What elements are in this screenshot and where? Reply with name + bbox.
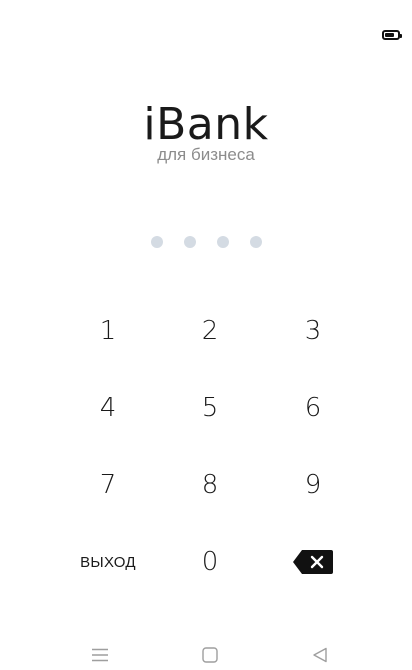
pin-indicator xyxy=(0,236,412,248)
key-9[interactable]: 9 xyxy=(268,455,358,515)
backspace-button[interactable] xyxy=(268,532,358,592)
key-3[interactable]: 3 xyxy=(268,301,358,361)
keypad-row: ВЫХОД 0 xyxy=(0,532,412,609)
system-nav-bar xyxy=(0,640,412,670)
battery-icon xyxy=(382,30,402,40)
pin-dot xyxy=(150,236,163,248)
menu-icon[interactable] xyxy=(88,643,112,667)
key-7[interactable]: 7 xyxy=(63,455,153,515)
back-icon[interactable] xyxy=(308,643,332,667)
key-1[interactable]: 1 xyxy=(63,301,153,361)
pin-dot xyxy=(249,236,262,248)
key-4[interactable]: 4 xyxy=(63,378,153,438)
exit-button[interactable]: ВЫХОД xyxy=(63,532,153,592)
keypad-row: 1 2 3 xyxy=(0,301,412,378)
numeric-keypad: 1 2 3 4 5 6 7 8 9 ВЫХОД 0 xyxy=(0,301,412,609)
keypad-row: 7 8 9 xyxy=(0,455,412,532)
pin-dot xyxy=(216,236,229,248)
app-subtitle: для бизнеса xyxy=(157,145,255,164)
key-2[interactable]: 2 xyxy=(165,301,255,361)
pin-dot xyxy=(183,236,196,248)
keypad-row: 4 5 6 xyxy=(0,378,412,455)
key-0[interactable]: 0 xyxy=(165,532,255,592)
key-8[interactable]: 8 xyxy=(165,455,255,515)
brand-logo: iBank для бизнеса xyxy=(0,100,412,164)
backspace-icon xyxy=(293,550,333,574)
key-6[interactable]: 6 xyxy=(268,378,358,438)
key-5[interactable]: 5 xyxy=(165,378,255,438)
home-icon[interactable] xyxy=(198,643,222,667)
status-bar xyxy=(0,0,412,44)
pin-lock-screen: iBank для бизнеса 1 2 3 4 5 6 7 8 9 ВЫХО… xyxy=(0,0,412,670)
app-title: iBank xyxy=(143,99,269,150)
